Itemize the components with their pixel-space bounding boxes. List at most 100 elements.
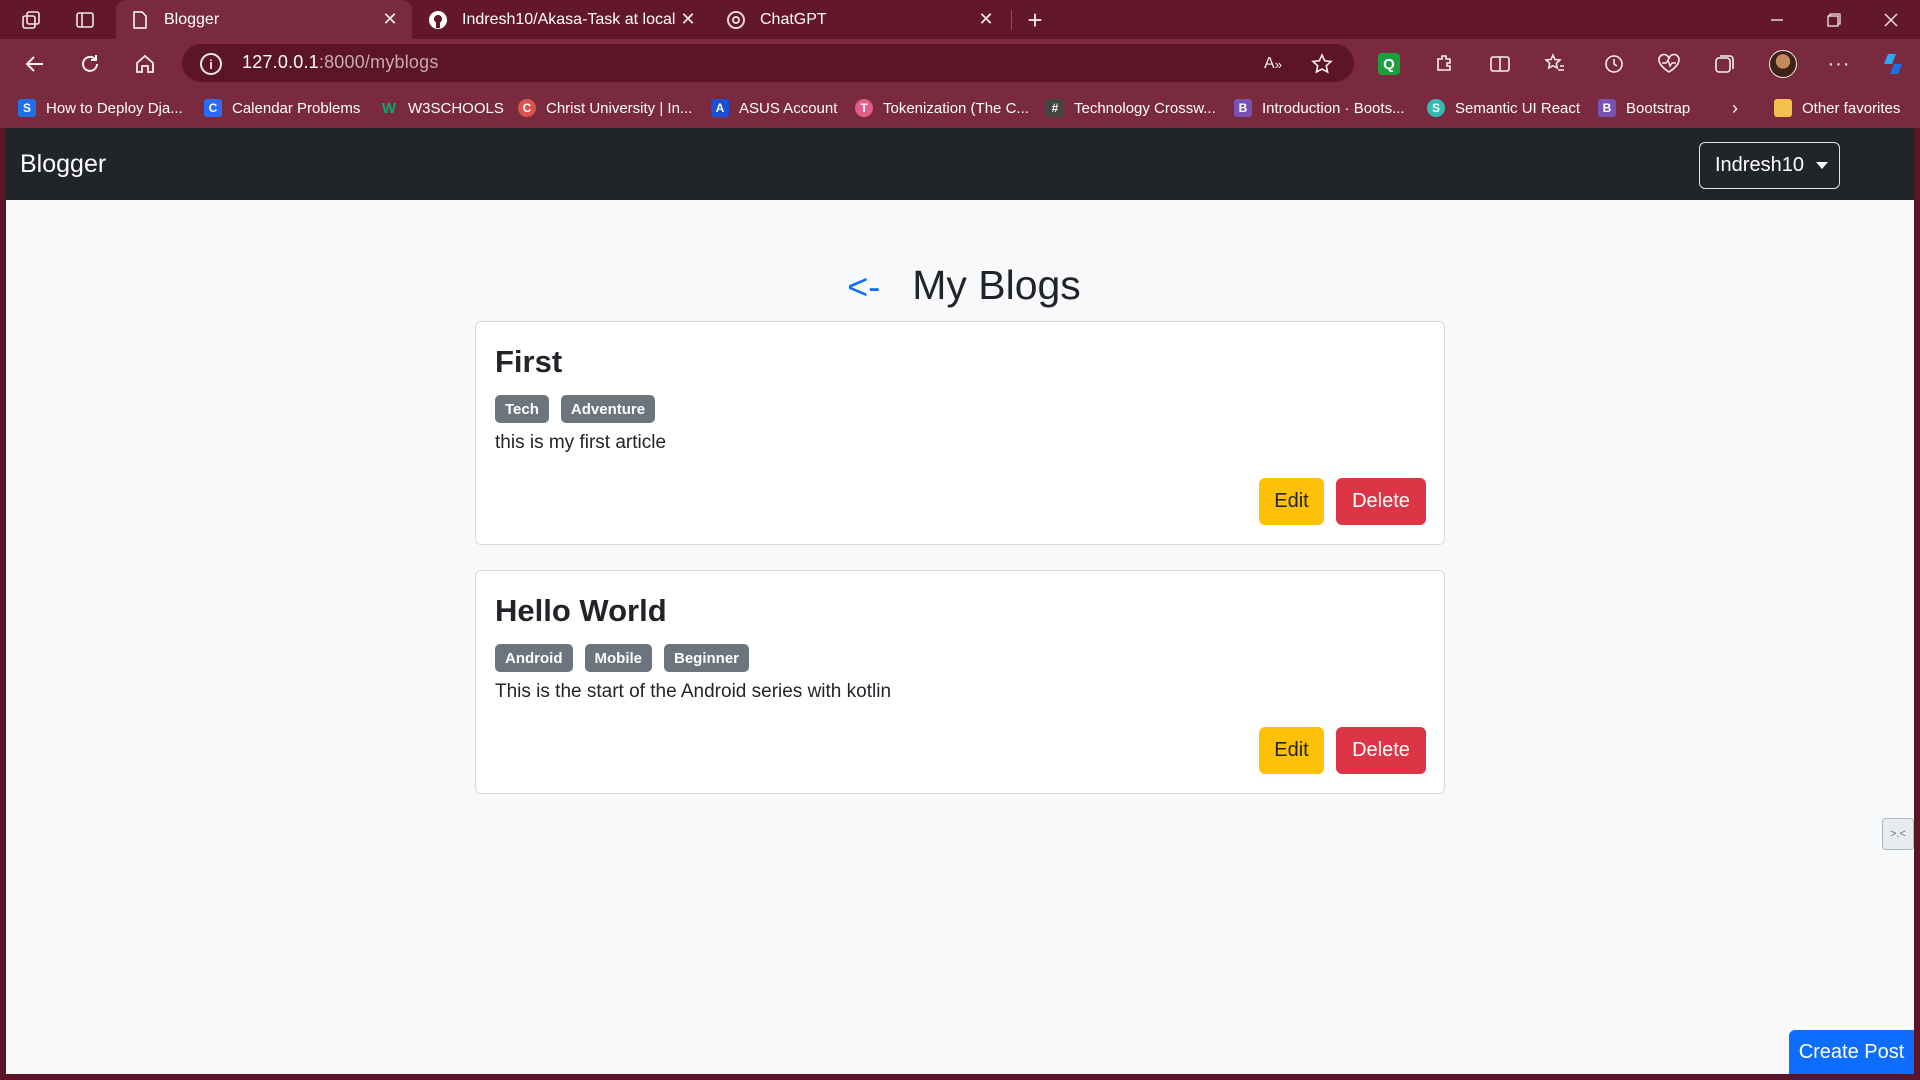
tab-actions-icon[interactable] [72, 8, 98, 32]
delete-button[interactable]: Delete [1336, 727, 1426, 774]
bookmark-label: Christ University | In... [546, 99, 693, 117]
tag-badge: Android [495, 644, 573, 672]
folder-icon [1774, 99, 1792, 117]
bookmark-label: Introduction · Boots... [1262, 99, 1405, 117]
bookmark-deploy-django[interactable]: S How to Deploy Dja... [18, 96, 183, 120]
tag-badge: Tech [495, 395, 549, 423]
bookmark-asus-account[interactable]: A ASUS Account [711, 96, 837, 120]
url-text[interactable]: 127.0.0.1:8000/myblogs [242, 52, 439, 73]
page-icon [130, 10, 150, 30]
site-info-icon[interactable]: i [200, 53, 222, 75]
minimize-icon[interactable] [1762, 6, 1792, 34]
caret-down-icon [1815, 162, 1828, 169]
url-host: 127.0.0.1 [242, 52, 319, 72]
bookmark-label: ASUS Account [739, 99, 838, 117]
bookmark-icon: B [1598, 99, 1616, 117]
bookmark-label: Tokenization (The C... [883, 99, 1029, 117]
blog-body: this is my first article [495, 432, 667, 453]
bookmark-label: Semantic UI React [1455, 99, 1581, 117]
user-name: Indresh10 [1715, 154, 1804, 176]
blog-card: First Tech Adventure this is my first ar… [475, 321, 1445, 545]
github-icon [428, 10, 448, 30]
bookmark-icon: W [381, 99, 397, 117]
bookmark-introduction-bootstrap[interactable]: B Introduction · Boots... [1234, 96, 1405, 120]
bookmark-icon: C [518, 99, 536, 117]
bookmark-semantic-ui-react[interactable]: S Semantic UI React [1427, 96, 1580, 120]
tab-github[interactable]: Indresh10/Akasa-Task at local ✕ [414, 0, 710, 39]
app-navbar: Blogger Indresh10 [6, 128, 1914, 200]
bookmark-calendar-problems[interactable]: C Calendar Problems [204, 96, 360, 120]
extensions-icon[interactable] [1425, 45, 1463, 83]
delete-button[interactable]: Delete [1336, 478, 1426, 525]
tab-title: ChatGPT [760, 10, 827, 28]
edit-button[interactable]: Edit [1259, 478, 1324, 525]
blog-title: First [495, 344, 563, 379]
history-icon[interactable] [1595, 45, 1633, 83]
restore-icon[interactable] [1819, 6, 1849, 34]
bookmark-icon: B [1234, 99, 1252, 117]
chatgpt-icon [726, 10, 746, 30]
page-title: My Blogs [912, 262, 1081, 308]
workspaces-icon[interactable] [18, 8, 44, 32]
bookmark-icon: A [711, 99, 729, 117]
url-path: :8000/myblogs [318, 52, 439, 72]
bookmark-other-favorites[interactable]: Other favorites [1774, 96, 1900, 120]
window-close-icon[interactable] [1876, 6, 1906, 34]
browser-essentials-icon[interactable] [1650, 45, 1688, 83]
tag-badge: Mobile [584, 644, 652, 672]
bookmark-icon: T [855, 99, 873, 117]
refresh-icon[interactable] [71, 45, 109, 83]
bookmark-label: Other favorites [1802, 99, 1901, 117]
tag-list: Android Mobile Beginner [495, 644, 761, 672]
bookmark-label: Calendar Problems [232, 99, 361, 117]
tab-title: Indresh10/Akasa-Task at local [462, 10, 676, 28]
back-link[interactable]: <- [847, 266, 880, 308]
bookmark-label: W3SCHOOLS [408, 99, 504, 117]
bookmark-w3schools[interactable]: W W3SCHOOLS [380, 96, 504, 120]
blog-card: Hello World Android Mobile Beginner This… [475, 570, 1445, 794]
edit-button[interactable]: Edit [1259, 727, 1324, 774]
side-widget[interactable]: >.< [1882, 818, 1914, 850]
new-tab-icon[interactable]: + [1020, 5, 1050, 35]
copilot-icon[interactable] [1874, 45, 1912, 83]
close-icon[interactable]: ✕ [676, 8, 700, 32]
bookmark-technology-crossword[interactable]: # Technology Crossw... [1046, 96, 1216, 120]
favorites-icon[interactable] [1536, 45, 1574, 83]
close-icon[interactable]: ✕ [974, 8, 998, 32]
create-post-button[interactable]: Create Post [1789, 1030, 1914, 1074]
bookmark-tokenization[interactable]: T Tokenization (The C... [855, 96, 1029, 120]
blog-body: This is the start of the Android series … [495, 681, 892, 702]
extension-q-icon[interactable]: Q [1370, 45, 1408, 83]
user-dropdown[interactable]: Indresh10 [1699, 142, 1840, 189]
navbar-brand[interactable]: Blogger [20, 150, 106, 179]
page-viewport: Blogger Indresh10 <- My Blogs First Tech… [6, 128, 1914, 1074]
tag-badge: Beginner [664, 644, 750, 672]
bookmark-label: How to Deploy Dja... [46, 99, 183, 117]
bookmark-christ-university[interactable]: C Christ University | In... [518, 96, 692, 120]
bookmark-icon: C [204, 99, 222, 117]
tab-blogger[interactable]: Blogger ✕ [116, 0, 412, 39]
bookmark-label: Bootstrap [1626, 99, 1691, 117]
favorite-star-icon[interactable] [1303, 45, 1341, 83]
tab-title: Blogger [164, 10, 220, 28]
home-icon[interactable] [126, 45, 164, 83]
split-screen-icon[interactable] [1481, 45, 1519, 83]
read-aloud-icon[interactable]: A» [1254, 45, 1292, 83]
bookmarks-overflow-chevron-icon[interactable]: › [1732, 96, 1738, 120]
bookmark-bootstrap[interactable]: B Bootstrap [1598, 96, 1690, 120]
collections-icon[interactable] [1705, 45, 1743, 83]
bookmark-icon: S [18, 99, 36, 117]
more-options-icon[interactable]: ··· [1820, 45, 1858, 83]
blog-title: Hello World [495, 593, 667, 628]
bookmark-label: Technology Crossw... [1074, 99, 1216, 117]
tag-list: Tech Adventure [495, 395, 667, 423]
tab-separator [1011, 10, 1012, 30]
close-icon[interactable]: ✕ [378, 8, 402, 32]
profile-avatar[interactable] [1764, 45, 1802, 83]
tab-chatgpt[interactable]: ChatGPT ✕ [712, 0, 1008, 39]
tag-badge: Adventure [560, 395, 656, 423]
bookmark-icon: S [1427, 99, 1445, 117]
back-icon[interactable] [16, 45, 54, 83]
page-heading: <- My Blogs [6, 262, 1914, 309]
bookmark-icon: # [1046, 99, 1064, 117]
